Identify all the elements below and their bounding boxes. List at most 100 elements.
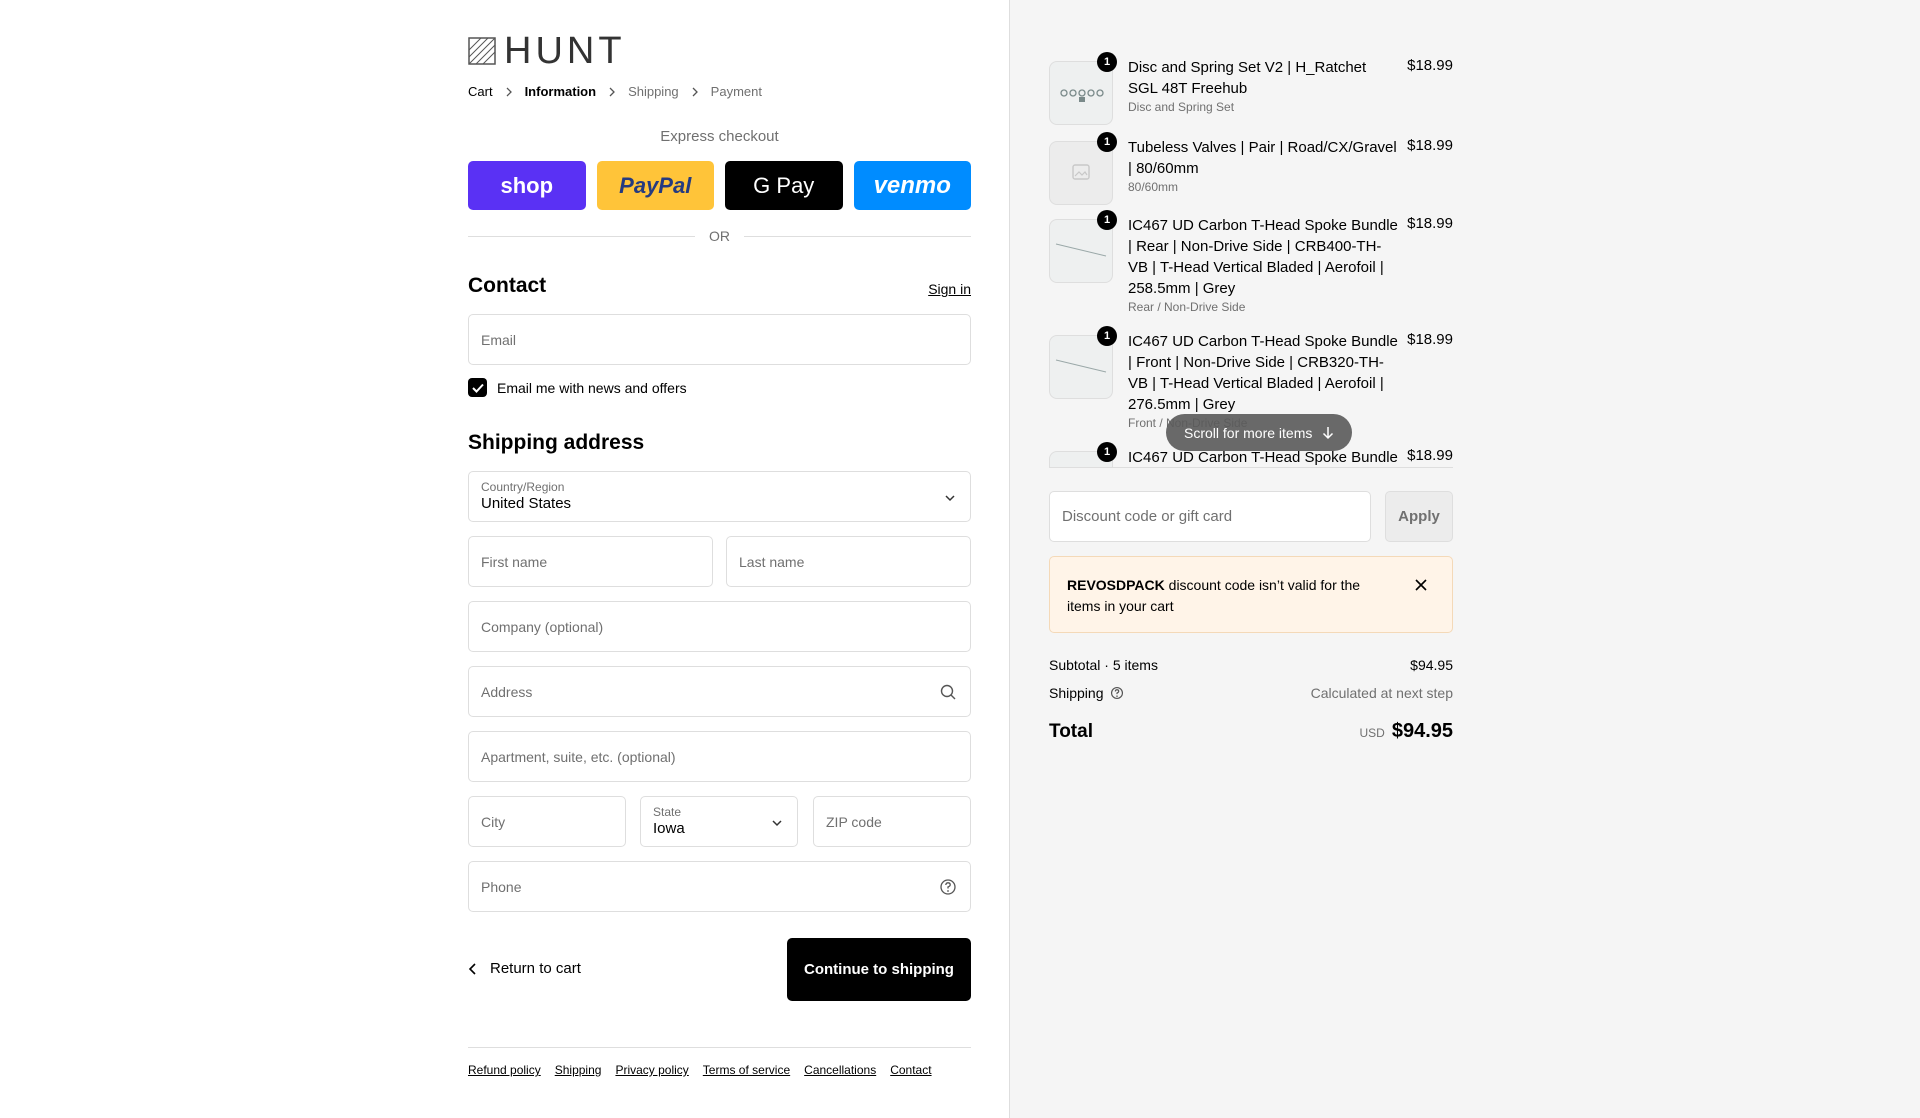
breadcrumb-information: Information: [524, 84, 597, 99]
total-value-group: USD $94.95: [1359, 720, 1453, 743]
refund-policy-link[interactable]: Refund policy: [468, 1063, 541, 1077]
total-row: Total USD $94.95: [1049, 720, 1453, 743]
privacy-policy-link[interactable]: Privacy policy: [615, 1063, 688, 1077]
chevron-down-icon: [772, 820, 782, 827]
shipping-row: Shipping Calculated at next step: [1049, 685, 1453, 701]
quantity-badge: 1: [1097, 52, 1117, 72]
item-name-block: IC467 UD Carbon T-Head Spoke Bundle | Re…: [1128, 215, 1398, 315]
chevron-right-icon: [506, 87, 512, 96]
return-to-cart-label: Return to cart: [490, 960, 581, 977]
item-variant: 80/60mm: [1128, 180, 1179, 194]
zip-code-placeholder: ZIP code: [826, 813, 882, 830]
paypal-button[interactable]: PayPal: [596, 161, 714, 210]
discount-error-alert: REVOSDPACK discount code isn’t valid for…: [1049, 556, 1453, 633]
chevron-left-icon: [468, 962, 476, 975]
return-to-cart-link[interactable]: Return to cart: [468, 960, 581, 977]
country-label: Country/Region: [481, 480, 565, 494]
continue-to-shipping-button[interactable]: Continue to shipping: [787, 938, 971, 1001]
scroll-hint-label: Scroll for more items: [1184, 424, 1313, 441]
chevron-down-icon: [945, 495, 955, 502]
breadcrumb-shipping: Shipping: [628, 84, 679, 99]
city-placeholder: City: [481, 813, 506, 830]
last-name-field[interactable]: Last name: [726, 536, 971, 587]
last-name-placeholder: Last name: [739, 553, 805, 570]
footer-divider: [468, 1047, 971, 1048]
chevron-right-icon: [692, 87, 698, 96]
or-divider: OR: [468, 228, 971, 244]
newsletter-checkbox[interactable]: [468, 378, 487, 397]
arrow-down-icon: [1323, 426, 1334, 439]
quantity-badge: 1: [1097, 326, 1117, 346]
zip-code-field[interactable]: ZIP code: [813, 796, 971, 847]
scroll-for-more-button[interactable]: Scroll for more items: [1166, 414, 1353, 451]
item-price: $18.99: [1407, 447, 1453, 464]
apartment-field[interactable]: Apartment, suite, etc. (optional): [468, 731, 971, 782]
apply-discount-button[interactable]: Apply: [1385, 491, 1453, 542]
item-name-block: Disc and Spring Set V2 | H_Ratchet SGL 4…: [1128, 57, 1398, 115]
item-price: $18.99: [1407, 57, 1453, 74]
venmo-button[interactable]: venmo: [853, 161, 971, 210]
item-variant: Rear / Non-Drive Side: [1128, 300, 1246, 314]
email-field[interactable]: Email: [468, 314, 971, 365]
quantity-badge: 1: [1097, 132, 1117, 152]
phone-field[interactable]: Phone: [468, 861, 971, 912]
email-placeholder: Email: [481, 331, 517, 348]
state-label: State: [653, 805, 682, 819]
total-amount: $94.95: [1391, 720, 1453, 742]
breadcrumb-payment: Payment: [710, 84, 762, 99]
first-name-placeholder: First name: [481, 553, 548, 570]
item-title: IC467 UD Carbon T-Head Spoke Bundle | Re…: [1128, 217, 1398, 297]
discount-code-field[interactable]: Discount code or gift card: [1049, 491, 1371, 542]
discount-placeholder: Discount code or gift card: [1062, 508, 1233, 525]
state-value: Iowa: [653, 820, 685, 837]
logo-text: HUNT: [504, 30, 626, 72]
city-field[interactable]: City: [468, 796, 626, 847]
address-placeholder: Address: [481, 683, 533, 700]
total-label: Total: [1049, 720, 1093, 742]
divider-line: [744, 235, 971, 237]
country-value: United States: [481, 495, 572, 512]
country-select[interactable]: Country/Region United States: [468, 471, 971, 522]
shop-pay-button[interactable]: shop: [468, 161, 586, 210]
invalid-code: REVOSDPACK: [1067, 577, 1165, 593]
company-placeholder: Company (optional): [481, 618, 604, 635]
quantity-badge: 1: [1097, 210, 1117, 230]
divider-line: [468, 235, 695, 237]
cart-items-list[interactable]: 1 Disc and Spring Set V2 | H_Ratchet SGL…: [1049, 42, 1453, 468]
shipping-policy-link[interactable]: Shipping: [555, 1063, 602, 1077]
item-title: IC467 UD Carbon T-Head Spoke Bundle | Fr…: [1128, 333, 1398, 413]
express-checkout-title: Express checkout: [660, 128, 779, 145]
item-title: Disc and Spring Set V2 | H_Ratchet SGL 4…: [1128, 59, 1367, 97]
footer-links: Refund policy Shipping Privacy policy Te…: [468, 1063, 932, 1077]
first-name-field[interactable]: First name: [468, 536, 713, 587]
newsletter-checkbox-row[interactable]: Email me with news and offers: [468, 378, 687, 397]
currency-code: USD: [1359, 726, 1385, 740]
item-price: $18.99: [1407, 215, 1453, 232]
contact-link[interactable]: Contact: [890, 1063, 931, 1077]
state-select[interactable]: State Iowa: [640, 796, 798, 847]
terms-of-service-link[interactable]: Terms of service: [703, 1063, 790, 1077]
shipping-label-group: Shipping: [1049, 685, 1124, 701]
help-circle-icon[interactable]: [1110, 686, 1124, 700]
apartment-placeholder: Apartment, suite, etc. (optional): [481, 748, 676, 765]
close-icon[interactable]: [1414, 578, 1428, 592]
company-field[interactable]: Company (optional): [468, 601, 971, 652]
breadcrumb-cart[interactable]: Cart: [468, 84, 493, 99]
item-price: $18.99: [1407, 331, 1453, 348]
shipping-address-title: Shipping address: [468, 431, 645, 454]
sign-in-link[interactable]: Sign in: [928, 281, 971, 297]
breadcrumb: Cart Information Shipping Payment: [468, 84, 762, 99]
quantity-badge: 1: [1097, 442, 1117, 462]
help-circle-icon[interactable]: [939, 878, 957, 896]
shipping-label: Shipping: [1049, 685, 1104, 701]
checkout-form-pane: HUNT Cart Information Shipping Payment E…: [0, 0, 1009, 1118]
store-logo[interactable]: HUNT: [468, 30, 626, 72]
shipping-value: Calculated at next step: [1310, 685, 1453, 701]
google-pay-button[interactable]: G Pay: [725, 161, 843, 210]
item-name-block: Tubeless Valves | Pair | Road/CX/Gravel …: [1128, 137, 1398, 195]
or-text: OR: [709, 228, 730, 244]
cancellations-link[interactable]: Cancellations: [804, 1063, 876, 1077]
subtotal-label: Subtotal · 5 items: [1049, 657, 1158, 673]
address-field[interactable]: Address: [468, 666, 971, 717]
subtotal-value: $94.95: [1410, 657, 1453, 673]
